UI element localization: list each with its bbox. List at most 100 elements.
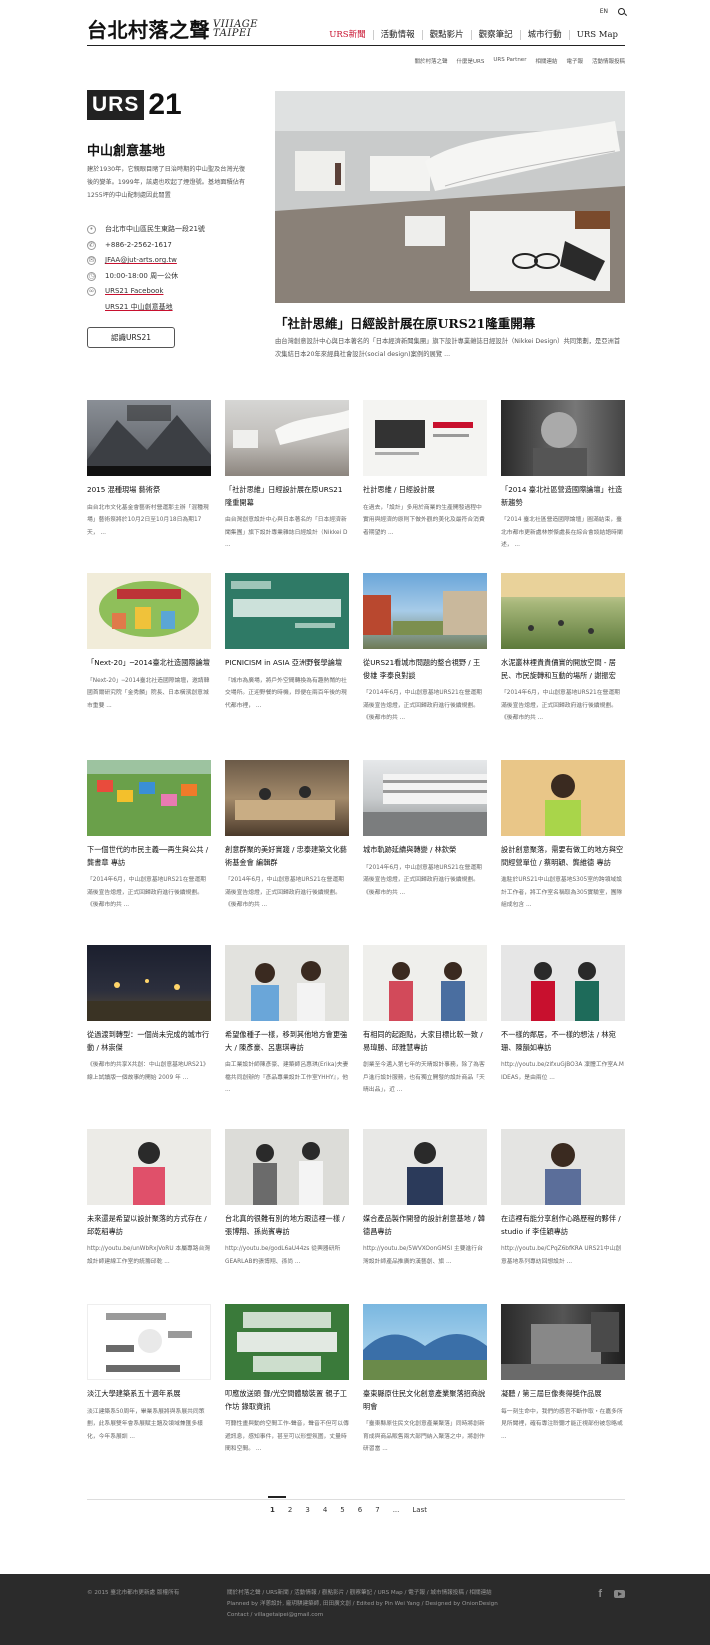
- nav-city-action[interactable]: 城市行動: [519, 30, 569, 40]
- article-thumbnail[interactable]: [225, 1129, 349, 1205]
- article-title[interactable]: 在這裡有能分享創作心路歷程的夥伴 / studio if 李佳穎專訪: [501, 1213, 625, 1238]
- article-title[interactable]: 希望像種子一樣，移到其他地方會更強大 / 陳彥豪、呂惠琪專訪: [225, 1029, 349, 1054]
- article-card[interactable]: 媒合產品製作開發的設計創意基地 / 韓德昌專訪 http://youtu.be/…: [363, 1129, 487, 1268]
- subnav-submit[interactable]: 活動情報投稿: [592, 57, 625, 65]
- article-thumbnail[interactable]: [501, 400, 625, 476]
- nav-notes[interactable]: 觀察筆記: [470, 30, 520, 40]
- article-thumbnail[interactable]: [87, 400, 211, 476]
- article-thumbnail[interactable]: [501, 760, 625, 836]
- article-card[interactable]: 淡江大學建築系五十週年系展 淡江建築系50周年，畢業系展將與系展共同策劃，此系展…: [87, 1304, 211, 1443]
- article-thumbnail[interactable]: [225, 400, 349, 476]
- article-thumbnail[interactable]: [225, 760, 349, 836]
- youtube-icon[interactable]: [614, 1590, 625, 1598]
- article-thumbnail[interactable]: [87, 760, 211, 836]
- page-5[interactable]: 5: [340, 1506, 344, 1514]
- article-title[interactable]: 臺東縣原住民文化創意產業聚落招商說明會: [363, 1388, 487, 1413]
- article-card[interactable]: 下一個世代的市民主義──再生與公共 / 龔書章 專訪 「2014年6月，中山創意…: [87, 760, 211, 912]
- page-7[interactable]: 7: [375, 1506, 379, 1514]
- article-thumbnail[interactable]: [87, 573, 211, 649]
- article-title[interactable]: 媒合產品製作開發的設計創意基地 / 韓德昌專訪: [363, 1213, 487, 1238]
- subnav-what-is-urs[interactable]: 什麼是URS: [457, 57, 485, 65]
- hero-image[interactable]: [275, 91, 625, 303]
- article-thumbnail[interactable]: [87, 1304, 211, 1380]
- subnav-partner[interactable]: URS Partner: [493, 57, 526, 65]
- article-card[interactable]: 水泥叢林裡貴貴價實的開放空間 - 居民、市民旋轉和互動的場所 / 謝振宏 「20…: [501, 573, 625, 725]
- nav-videos[interactable]: 觀點影片: [421, 30, 471, 40]
- article-title[interactable]: 社計思維 / 日經設計展: [363, 484, 487, 497]
- nav-events[interactable]: 活動情報: [372, 30, 422, 40]
- subnav-links[interactable]: 相關連結: [535, 57, 557, 65]
- page-4[interactable]: 4: [323, 1506, 327, 1514]
- footer-contact[interactable]: Contact / villagetaipei@gmail.com: [227, 1610, 498, 1621]
- article-card[interactable]: 設計創意聚落，需要有做工的地方與空間經營單位 / 蔡明穎、龔維德 專訪 進駐於U…: [501, 760, 625, 912]
- article-thumbnail[interactable]: [87, 945, 211, 1021]
- article-title[interactable]: PICNICISM in ASIA 亞洲野餐學論壇: [225, 657, 349, 670]
- article-title[interactable]: 不一樣的鄰居，不一樣的想法 / 林宛珊、陳韻如專訪: [501, 1029, 625, 1054]
- article-thumbnail[interactable]: [363, 1304, 487, 1380]
- article-card[interactable]: 創意群聚的美好實踐 / 忠泰建築文化藝術基金會 編輯群 「2014年6月，中山創…: [225, 760, 349, 912]
- hero-title[interactable]: 「社計思維」日經設計展在原URS21隆重開幕: [275, 313, 625, 332]
- article-title[interactable]: 有相同的起跑點，大家目標比較一致 / 易瑋勝、邱雅慧專訪: [363, 1029, 487, 1054]
- article-title[interactable]: 台北真的很難有別的地方跟這裡一樣 / 張博翔、孫尚賓專訪: [225, 1213, 349, 1238]
- article-title[interactable]: 「2014 臺北社區營造國際論壇」社造新趨勢: [501, 484, 625, 509]
- article-thumbnail[interactable]: [363, 760, 487, 836]
- article-title[interactable]: 從URS21看城市問題的整合視野 / 王俊雄 李泰良對談: [363, 657, 487, 682]
- article-card[interactable]: 在這裡有能分享創作心路歷程的夥伴 / studio if 李佳穎專訪 http:…: [501, 1129, 625, 1268]
- article-thumbnail[interactable]: [501, 573, 625, 649]
- article-card[interactable]: 從URS21看城市問題的整合視野 / 王俊雄 李泰良對談 「2014年6月，中山…: [363, 573, 487, 725]
- page-last[interactable]: Last: [412, 1506, 427, 1514]
- article-card[interactable]: 有相同的起跑點，大家目標比較一致 / 易瑋勝、邱雅慧專訪 創業至今邁入第七年的天…: [363, 945, 487, 1097]
- article-thumbnail[interactable]: [363, 945, 487, 1021]
- nav-urs-map[interactable]: URS Map: [568, 30, 625, 40]
- article-card[interactable]: 「Next-20」─2014臺北社造國際論壇 「Next-20」─2014臺北社…: [87, 573, 211, 712]
- article-title[interactable]: 城市軌跡延續與轉變 / 林欽榮: [363, 844, 487, 857]
- article-card[interactable]: 叩應放送頭 聲/光空間體驗裝置 親子工作坊 錄取資訊 可聽性畫與動的空間工作-聲…: [225, 1304, 349, 1456]
- article-card[interactable]: 城市軌跡延續與轉變 / 林欽榮 「2014年6月，中山創意基地URS21在營運期…: [363, 760, 487, 899]
- article-title[interactable]: 叩應放送頭 聲/光空間體驗裝置 親子工作坊 錄取資訊: [225, 1388, 349, 1413]
- site-logo[interactable]: 台北村落之聲 VIIIAGE TAIPEI: [87, 14, 258, 43]
- page-2[interactable]: 2: [288, 1506, 292, 1514]
- article-thumbnail[interactable]: [363, 1129, 487, 1205]
- article-card[interactable]: 社計思維 / 日經設計展 在過去，「設計」多用於商業的生產開發過程中實用與經濟的…: [363, 400, 487, 539]
- article-thumbnail[interactable]: [225, 1304, 349, 1380]
- article-card[interactable]: 臺東縣原住民文化創意產業聚落招商說明會 「臺東縣原住民文化創意產業聚落」同時將創…: [363, 1304, 487, 1456]
- page-6[interactable]: 6: [358, 1506, 362, 1514]
- article-thumbnail[interactable]: [501, 1304, 625, 1380]
- article-card[interactable]: 「社計思維」日經設計展在原URS21隆重開幕 由台灣創意設計中心與日本著名的「日…: [225, 400, 349, 552]
- footer-nav-links[interactable]: 關於村落之聲 / URS新聞 / 活動情報 / 觀點影片 / 觀察筆記 / UR…: [227, 1588, 498, 1599]
- article-card[interactable]: 「2014 臺北社區營造國際論壇」社造新趨勢 「2014 臺北社區營造國際論壇」…: [501, 400, 625, 552]
- article-card[interactable]: 未來還是希望以設計聚落的方式存在 / 邱乾稻專訪 http://youtu.be…: [87, 1129, 211, 1268]
- article-card[interactable]: 凝聽 / 第三屆巨像奏得獎作品展 每一刻生命中，我們的感官不斷作取・在嘉多所見所…: [501, 1304, 625, 1443]
- article-title[interactable]: 「Next-20」─2014臺北社造國際論壇: [87, 657, 211, 670]
- subnav-newsletter[interactable]: 電子報: [566, 57, 583, 65]
- article-thumbnail[interactable]: [501, 945, 625, 1021]
- article-thumbnail[interactable]: [363, 400, 487, 476]
- article-card[interactable]: 2015 混種現場 藝術祭 由台北市文化基金會藝術村營運那主辦「混種現場」藝術祭…: [87, 400, 211, 539]
- article-card[interactable]: 不一樣的鄰居，不一樣的想法 / 林宛珊、陳韻如專訪 http://youtu.b…: [501, 945, 625, 1084]
- article-thumbnail[interactable]: [225, 945, 349, 1021]
- article-title[interactable]: 水泥叢林裡貴貴價實的開放空間 - 居民、市民旋轉和互動的場所 / 謝振宏: [501, 657, 625, 682]
- nav-urs-news[interactable]: URS新聞: [322, 30, 372, 40]
- article-title[interactable]: 凝聽 / 第三屆巨像奏得獎作品展: [501, 1388, 625, 1401]
- article-card[interactable]: 從過渡到轉型：一個尚未完成的城市行動 / 林崇傑 《後都市的共享X共創：中山創意…: [87, 945, 211, 1084]
- article-title[interactable]: 從過渡到轉型：一個尚未完成的城市行動 / 林崇傑: [87, 1029, 211, 1054]
- subnav-about[interactable]: 關於村落之聲: [415, 57, 448, 65]
- search-icon[interactable]: [618, 8, 625, 15]
- facebook-icon[interactable]: f: [598, 1588, 602, 1600]
- article-thumbnail[interactable]: [501, 1129, 625, 1205]
- article-card[interactable]: PICNICISM in ASIA 亞洲野餐學論壇 「城市為廣場，將戶外空間轉換…: [225, 573, 349, 712]
- article-title[interactable]: 未來還是希望以設計聚落的方式存在 / 邱乾稻專訪: [87, 1213, 211, 1238]
- article-card[interactable]: 台北真的很難有別的地方跟這裡一樣 / 張博翔、孫尚賓專訪 http://yout…: [225, 1129, 349, 1268]
- article-title[interactable]: 淡江大學建築系五十週年系展: [87, 1388, 211, 1401]
- page-1[interactable]: 1: [270, 1506, 275, 1514]
- article-thumbnail[interactable]: [363, 573, 487, 649]
- article-thumbnail[interactable]: [87, 1129, 211, 1205]
- language-switch[interactable]: EN: [600, 8, 608, 15]
- article-card[interactable]: 希望像種子一樣，移到其他地方會更強大 / 陳彥豪、呂惠琪專訪 由工業設計師陳彥豪…: [225, 945, 349, 1097]
- article-title[interactable]: 創意群聚的美好實踐 / 忠泰建築文化藝術基金會 編輯群: [225, 844, 349, 869]
- page-3[interactable]: 3: [305, 1506, 309, 1514]
- know-urs21-button[interactable]: 認識URS21: [87, 327, 175, 348]
- article-title[interactable]: 設計創意聚落，需要有做工的地方與空間經營單位 / 蔡明穎、龔維德 專訪: [501, 844, 625, 869]
- article-thumbnail[interactable]: [225, 573, 349, 649]
- article-title[interactable]: 「社計思維」日經設計展在原URS21隆重開幕: [225, 484, 349, 509]
